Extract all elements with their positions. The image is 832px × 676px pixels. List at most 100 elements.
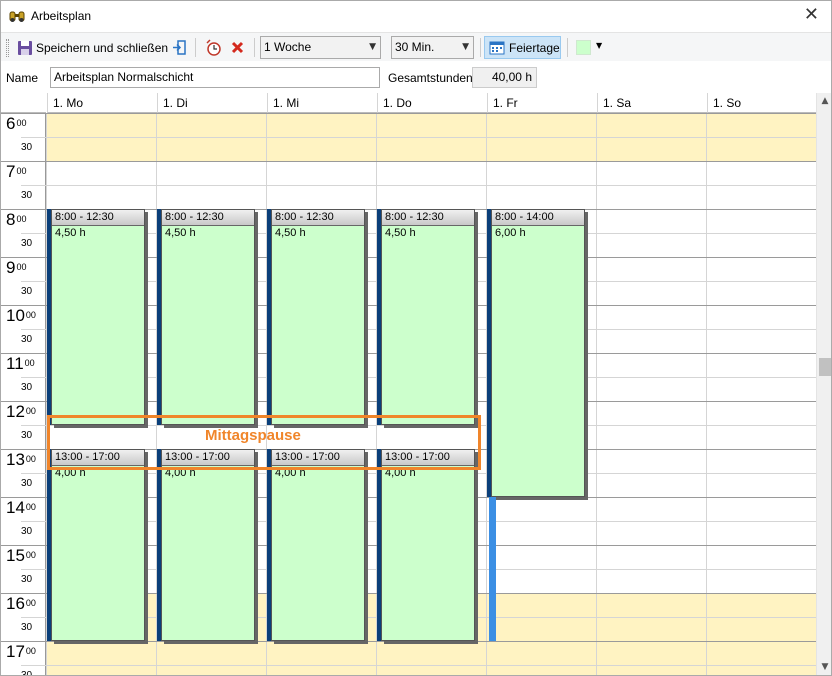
day-column-divider: [596, 113, 597, 675]
day-column-header[interactable]: 1. Fr: [487, 93, 597, 113]
shift-status-bar: [47, 209, 51, 425]
scroll-down-icon[interactable]: ▼: [817, 659, 831, 675]
holidays-toggle-button[interactable]: Feiertage: [484, 36, 561, 59]
appointment-color-picker[interactable]: [576, 40, 591, 55]
shift-status-bar: [377, 209, 381, 425]
shift-duration: 4,50 h: [385, 227, 416, 239]
shift-time-range: 13:00 - 17:00: [382, 450, 474, 466]
shift-status-bar: [377, 449, 381, 641]
hour-label: 700: [6, 162, 27, 181]
day-column-header[interactable]: 1. Di: [157, 93, 267, 113]
day-column-divider: [706, 113, 707, 675]
alarm-clock-icon[interactable]: [205, 39, 222, 56]
time-slot-row[interactable]: [47, 113, 816, 137]
time-slot-row[interactable]: [47, 425, 816, 449]
save-and-close-label: Speichern und schließen: [36, 40, 169, 55]
save-disk-icon: [18, 40, 32, 55]
shift-duration: 4,00 h: [55, 467, 86, 479]
hour-label: 1600: [6, 594, 36, 613]
interval-select[interactable]: 30 Min. ▼: [391, 36, 474, 59]
minute-label: 00: [25, 454, 36, 464]
toolbar: Speichern und schließen 1 Woche ▼ 30 Min…: [1, 32, 831, 61]
work-shift-block[interactable]: 13:00 - 17:00 4,00 h: [47, 449, 145, 641]
time-slot-row[interactable]: [47, 665, 816, 675]
total-hours-field: 40,00 h: [472, 67, 537, 88]
minute-label: 00: [16, 214, 27, 224]
hour-label: 600: [6, 114, 27, 133]
half-hour-label: 30: [21, 670, 33, 676]
time-slot-row[interactable]: [47, 137, 816, 161]
calendar-icon: [489, 41, 505, 55]
day-column-header[interactable]: 1. Sa: [597, 93, 707, 113]
day-column-header[interactable]: 1. So: [707, 93, 816, 113]
close-icon[interactable]: ✕: [804, 5, 819, 25]
day-column-header[interactable]: 1. Mi: [267, 93, 377, 113]
work-shift-block[interactable]: 8:00 - 12:30 4,50 h: [157, 209, 255, 425]
delete-icon[interactable]: [231, 41, 244, 54]
selected-slot[interactable]: [489, 497, 496, 641]
chevron-down-icon: ▼: [462, 42, 469, 52]
half-hour-label: 30: [21, 238, 33, 249]
work-shift-block[interactable]: 13:00 - 17:00 4,00 h: [267, 449, 365, 641]
scroll-up-icon[interactable]: ▲: [817, 93, 831, 110]
hour-label: 1400: [6, 498, 36, 517]
minute-label: 00: [25, 310, 36, 320]
work-shift-block[interactable]: 8:00 - 12:30 4,50 h: [377, 209, 475, 425]
plan-details-bar: Name Arbeitsplan Normalschicht Gesamtstu…: [1, 63, 831, 93]
name-input[interactable]: Arbeitsplan Normalschicht: [50, 67, 380, 88]
shift-time-range: 13:00 - 17:00: [272, 450, 364, 466]
work-shift-block[interactable]: 8:00 - 12:30 4,50 h: [267, 209, 365, 425]
work-shift-block[interactable]: 13:00 - 17:00 4,00 h: [377, 449, 475, 641]
toolbar-grip[interactable]: [6, 39, 9, 57]
half-hour-divider: [21, 185, 816, 186]
shift-duration: 6,00 h: [495, 227, 526, 239]
shift-status-bar: [157, 449, 161, 641]
work-shift-block[interactable]: 13:00 - 17:00 4,00 h: [157, 449, 255, 641]
arbeitsplan-window: Arbeitsplan ✕ Speichern und schließen 1 …: [0, 0, 832, 676]
time-slot-row[interactable]: [47, 161, 816, 185]
time-slot-row[interactable]: [47, 641, 816, 665]
half-hour-label: 30: [21, 142, 33, 153]
work-shift-block[interactable]: 8:00 - 12:30 4,50 h: [47, 209, 145, 425]
half-hour-label: 30: [21, 382, 33, 393]
day-column-header[interactable]: 1. Mo: [47, 93, 157, 113]
exit-door-icon[interactable]: [172, 40, 186, 55]
title-bar: Arbeitsplan ✕: [1, 1, 831, 32]
shift-status-bar: [487, 209, 491, 497]
time-slot-row[interactable]: [47, 185, 816, 209]
half-hour-label: 30: [21, 334, 33, 345]
half-hour-divider: [21, 665, 816, 666]
minute-label: 00: [16, 166, 27, 176]
time-column: 600 30 700 30 800 30 900 30 1000 30 1100 30 1200 30 13…: [1, 113, 46, 676]
interval-value: 30 Min.: [395, 40, 435, 54]
hour-label: 1100: [6, 354, 35, 373]
shift-status-bar: [267, 449, 271, 641]
window-title: Arbeitsplan: [31, 9, 92, 23]
day-column-header[interactable]: 1. Do: [377, 93, 487, 113]
work-shift-block[interactable]: 8:00 - 14:00 6,00 h: [487, 209, 585, 497]
half-hour-label: 30: [21, 478, 33, 489]
toolbar-separator: [480, 38, 481, 57]
toolbar-separator: [254, 38, 255, 57]
grid-corner: [1, 93, 46, 113]
hour-divider: [1, 113, 816, 114]
hour-label: 1200: [6, 402, 36, 421]
shift-duration: 4,50 h: [275, 227, 306, 239]
hour-label: 1300: [6, 450, 36, 469]
shift-duration: 4,00 h: [165, 467, 196, 479]
vertical-scrollbar[interactable]: ▲ ▼: [816, 93, 831, 675]
shift-time-range: 13:00 - 17:00: [162, 450, 254, 466]
half-hour-label: 30: [21, 190, 33, 201]
minute-label: 00: [16, 262, 27, 272]
shift-time-range: 8:00 - 12:30: [382, 210, 474, 226]
color-dropdown-arrow-icon[interactable]: ▼: [596, 41, 602, 50]
period-select[interactable]: 1 Woche ▼: [260, 36, 381, 59]
binoculars-icon: [9, 11, 25, 22]
shift-time-range: 8:00 - 14:00: [492, 210, 584, 226]
scroll-thumb[interactable]: [819, 358, 831, 376]
shift-time-range: 8:00 - 12:30: [272, 210, 364, 226]
holidays-label: Feiertage: [509, 40, 560, 55]
save-and-close-button[interactable]: Speichern und schließen: [17, 36, 168, 59]
shift-time-range: 13:00 - 17:00: [52, 450, 144, 466]
hour-divider: [1, 641, 816, 642]
